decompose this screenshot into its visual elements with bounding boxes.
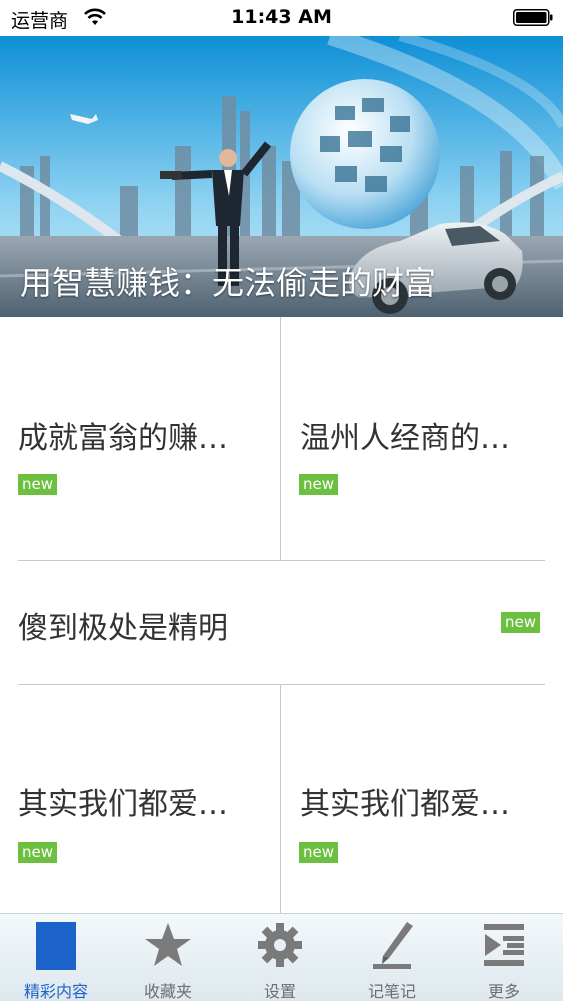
featured-banner[interactable]: 用智慧赚钱：无法偷走的财富 [0, 36, 563, 317]
article-row[interactable]: 傻到极处是精明 new [0, 561, 563, 684]
article-title: 其实我们都爱… [18, 787, 228, 822]
tab-label: 精彩内容 [23, 982, 88, 1001]
article-title: 傻到极处是精明 [18, 611, 228, 646]
status-bar: 运营商 11:43 AM [0, 0, 563, 36]
article-cell[interactable]: 其实我们都爱… new [281, 685, 563, 913]
tab-content[interactable]: 精彩内容 [0, 914, 112, 1001]
more-icon [484, 924, 524, 966]
tab-notes[interactable]: 记笔记 [336, 914, 448, 1001]
new-badge: new [18, 842, 58, 863]
clock: 11:43 AM [231, 6, 332, 28]
article-cell[interactable]: 其实我们都爱… new [0, 685, 280, 913]
divider [280, 317, 281, 560]
tab-label: 设置 [263, 982, 296, 1001]
tab-label: 收藏夹 [143, 982, 192, 1001]
article-title: 温州人经商的… [300, 421, 510, 456]
article-cell[interactable]: 温州人经商的… new [281, 317, 563, 560]
divider [280, 685, 281, 913]
new-badge: new [299, 842, 339, 863]
tab-favorites[interactable]: 收藏夹 [112, 914, 224, 1001]
article-cell[interactable]: 成就富翁的赚… new [0, 317, 280, 560]
tab-bar: 精彩内容 收藏夹 设置 记笔记 更多 [0, 913, 563, 1001]
tab-settings[interactable]: 设置 [224, 914, 336, 1001]
tab-label: 记笔记 [367, 982, 416, 1001]
tab-label: 更多 [487, 982, 520, 1001]
banner-title: 用智慧赚钱：无法偷走的财富 [20, 264, 437, 302]
article-title: 成就富翁的赚… [18, 421, 228, 456]
new-badge: new [501, 612, 541, 633]
tab-more[interactable]: 更多 [448, 914, 560, 1001]
new-badge: new [18, 474, 58, 495]
content-icon [36, 922, 76, 970]
pen-icon [373, 922, 413, 969]
article-title: 其实我们都爱… [300, 787, 510, 822]
gear-icon [258, 923, 302, 967]
new-badge: new [299, 474, 339, 495]
battery-icon [513, 9, 553, 26]
star-icon [145, 923, 191, 966]
